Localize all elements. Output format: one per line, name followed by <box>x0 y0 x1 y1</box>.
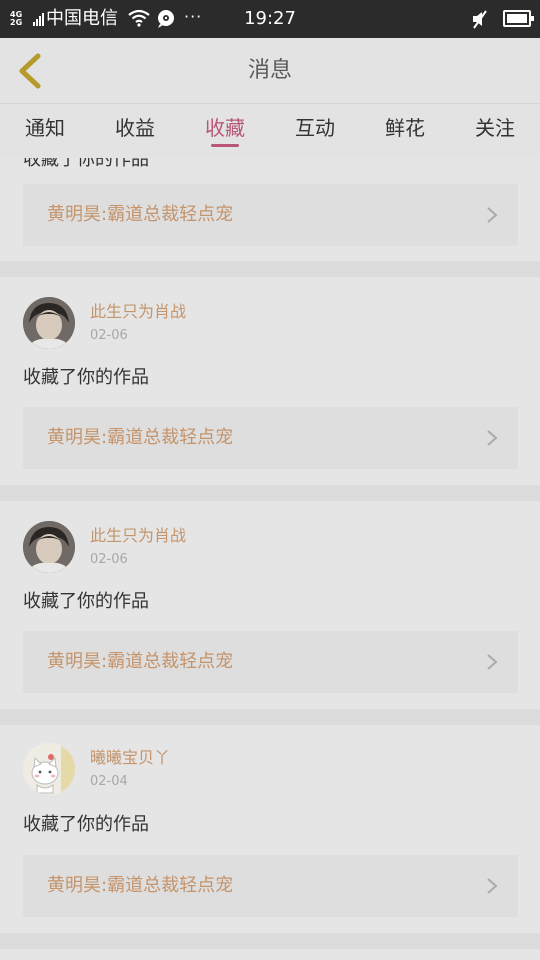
user-name[interactable]: 曦曦宝贝丫 <box>90 748 170 768</box>
list-item: 此生只为肖战 02-06 收藏了你的作品 黄明昊:霸道总裁轻点宠 <box>0 277 540 485</box>
tab-follow[interactable]: 关注 <box>450 114 540 142</box>
mute-icon <box>473 10 487 29</box>
work-link[interactable]: 黄明昊:霸道总裁轻点宠 <box>23 855 518 917</box>
clock-time: 19:27 <box>244 8 296 29</box>
tab-bar: 通知 收益 收藏 互动 鲜花 关注 <box>0 104 540 158</box>
action-text: 收藏了你的作品 <box>23 158 149 170</box>
tab-favorites[interactable]: 收藏 <box>180 114 270 142</box>
divider <box>0 485 540 501</box>
page-title: 消息 <box>247 58 292 83</box>
post-date: 02-04 <box>90 774 128 789</box>
user-name[interactable]: 此生只为肖战 <box>90 302 186 322</box>
work-link[interactable]: 黄明昊:霸道总裁轻点宠 <box>23 407 518 469</box>
divider <box>0 261 540 277</box>
tab-interaction[interactable]: 互动 <box>270 114 360 142</box>
work-link[interactable]: 黄明昊:霸道总裁轻点宠 <box>23 631 518 693</box>
navigation-bar: 消息 <box>0 38 540 104</box>
chevron-right-icon <box>487 430 498 446</box>
tab-earnings[interactable]: 收益 <box>90 114 180 142</box>
chevron-right-icon <box>487 654 498 670</box>
boy-photo-avatar-icon <box>23 521 75 573</box>
work-title: 黄明昊:霸道总裁轻点宠 <box>47 875 234 896</box>
list-item: 此生只为肖战 02-06 收藏了你的作品 黄明昊:霸道总裁轻点宠 <box>0 501 540 709</box>
action-text: 收藏了你的作品 <box>23 814 149 835</box>
boy-photo-avatar-icon <box>23 297 75 349</box>
list-item: 曦曦宝贝丫 02-04 收藏了你的作品 黄明昊:霸道总裁轻点宠 <box>0 725 540 933</box>
post-date: 02-06 <box>90 552 128 567</box>
avatar[interactable] <box>23 743 75 795</box>
work-title: 黄明昊:霸道总裁轻点宠 <box>47 427 234 448</box>
divider <box>0 933 540 949</box>
status-bar: 4G 2G 中国电信 ··· 19:27 <box>0 0 540 38</box>
work-title: 黄明昊:霸道总裁轻点宠 <box>47 651 234 672</box>
post-date: 02-06 <box>90 328 128 343</box>
work-link[interactable]: 黄明昊:霸道总裁轻点宠 <box>23 184 518 246</box>
message-list[interactable]: 收藏了你的作品 黄明昊:霸道总裁轻点宠 此生只为肖战 02-06 收藏了你的作品… <box>0 158 540 960</box>
cartoon-cat-avatar-icon <box>23 743 75 795</box>
chevron-right-icon <box>487 207 498 223</box>
user-name[interactable]: 此生只为肖战 <box>90 526 186 546</box>
work-title: 黄明昊:霸道总裁轻点宠 <box>47 204 234 225</box>
list-item: 收藏了你的作品 黄明昊:霸道总裁轻点宠 <box>0 158 540 261</box>
action-text: 收藏了你的作品 <box>23 367 149 388</box>
chevron-right-icon <box>487 878 498 894</box>
avatar[interactable] <box>23 521 75 573</box>
active-tab-indicator <box>211 144 239 147</box>
tab-flowers[interactable]: 鲜花 <box>360 114 450 142</box>
divider <box>0 709 540 725</box>
action-text: 收藏了你的作品 <box>23 591 149 612</box>
avatar[interactable] <box>23 297 75 349</box>
battery-icon <box>503 10 534 27</box>
tab-notification[interactable]: 通知 <box>0 114 90 142</box>
